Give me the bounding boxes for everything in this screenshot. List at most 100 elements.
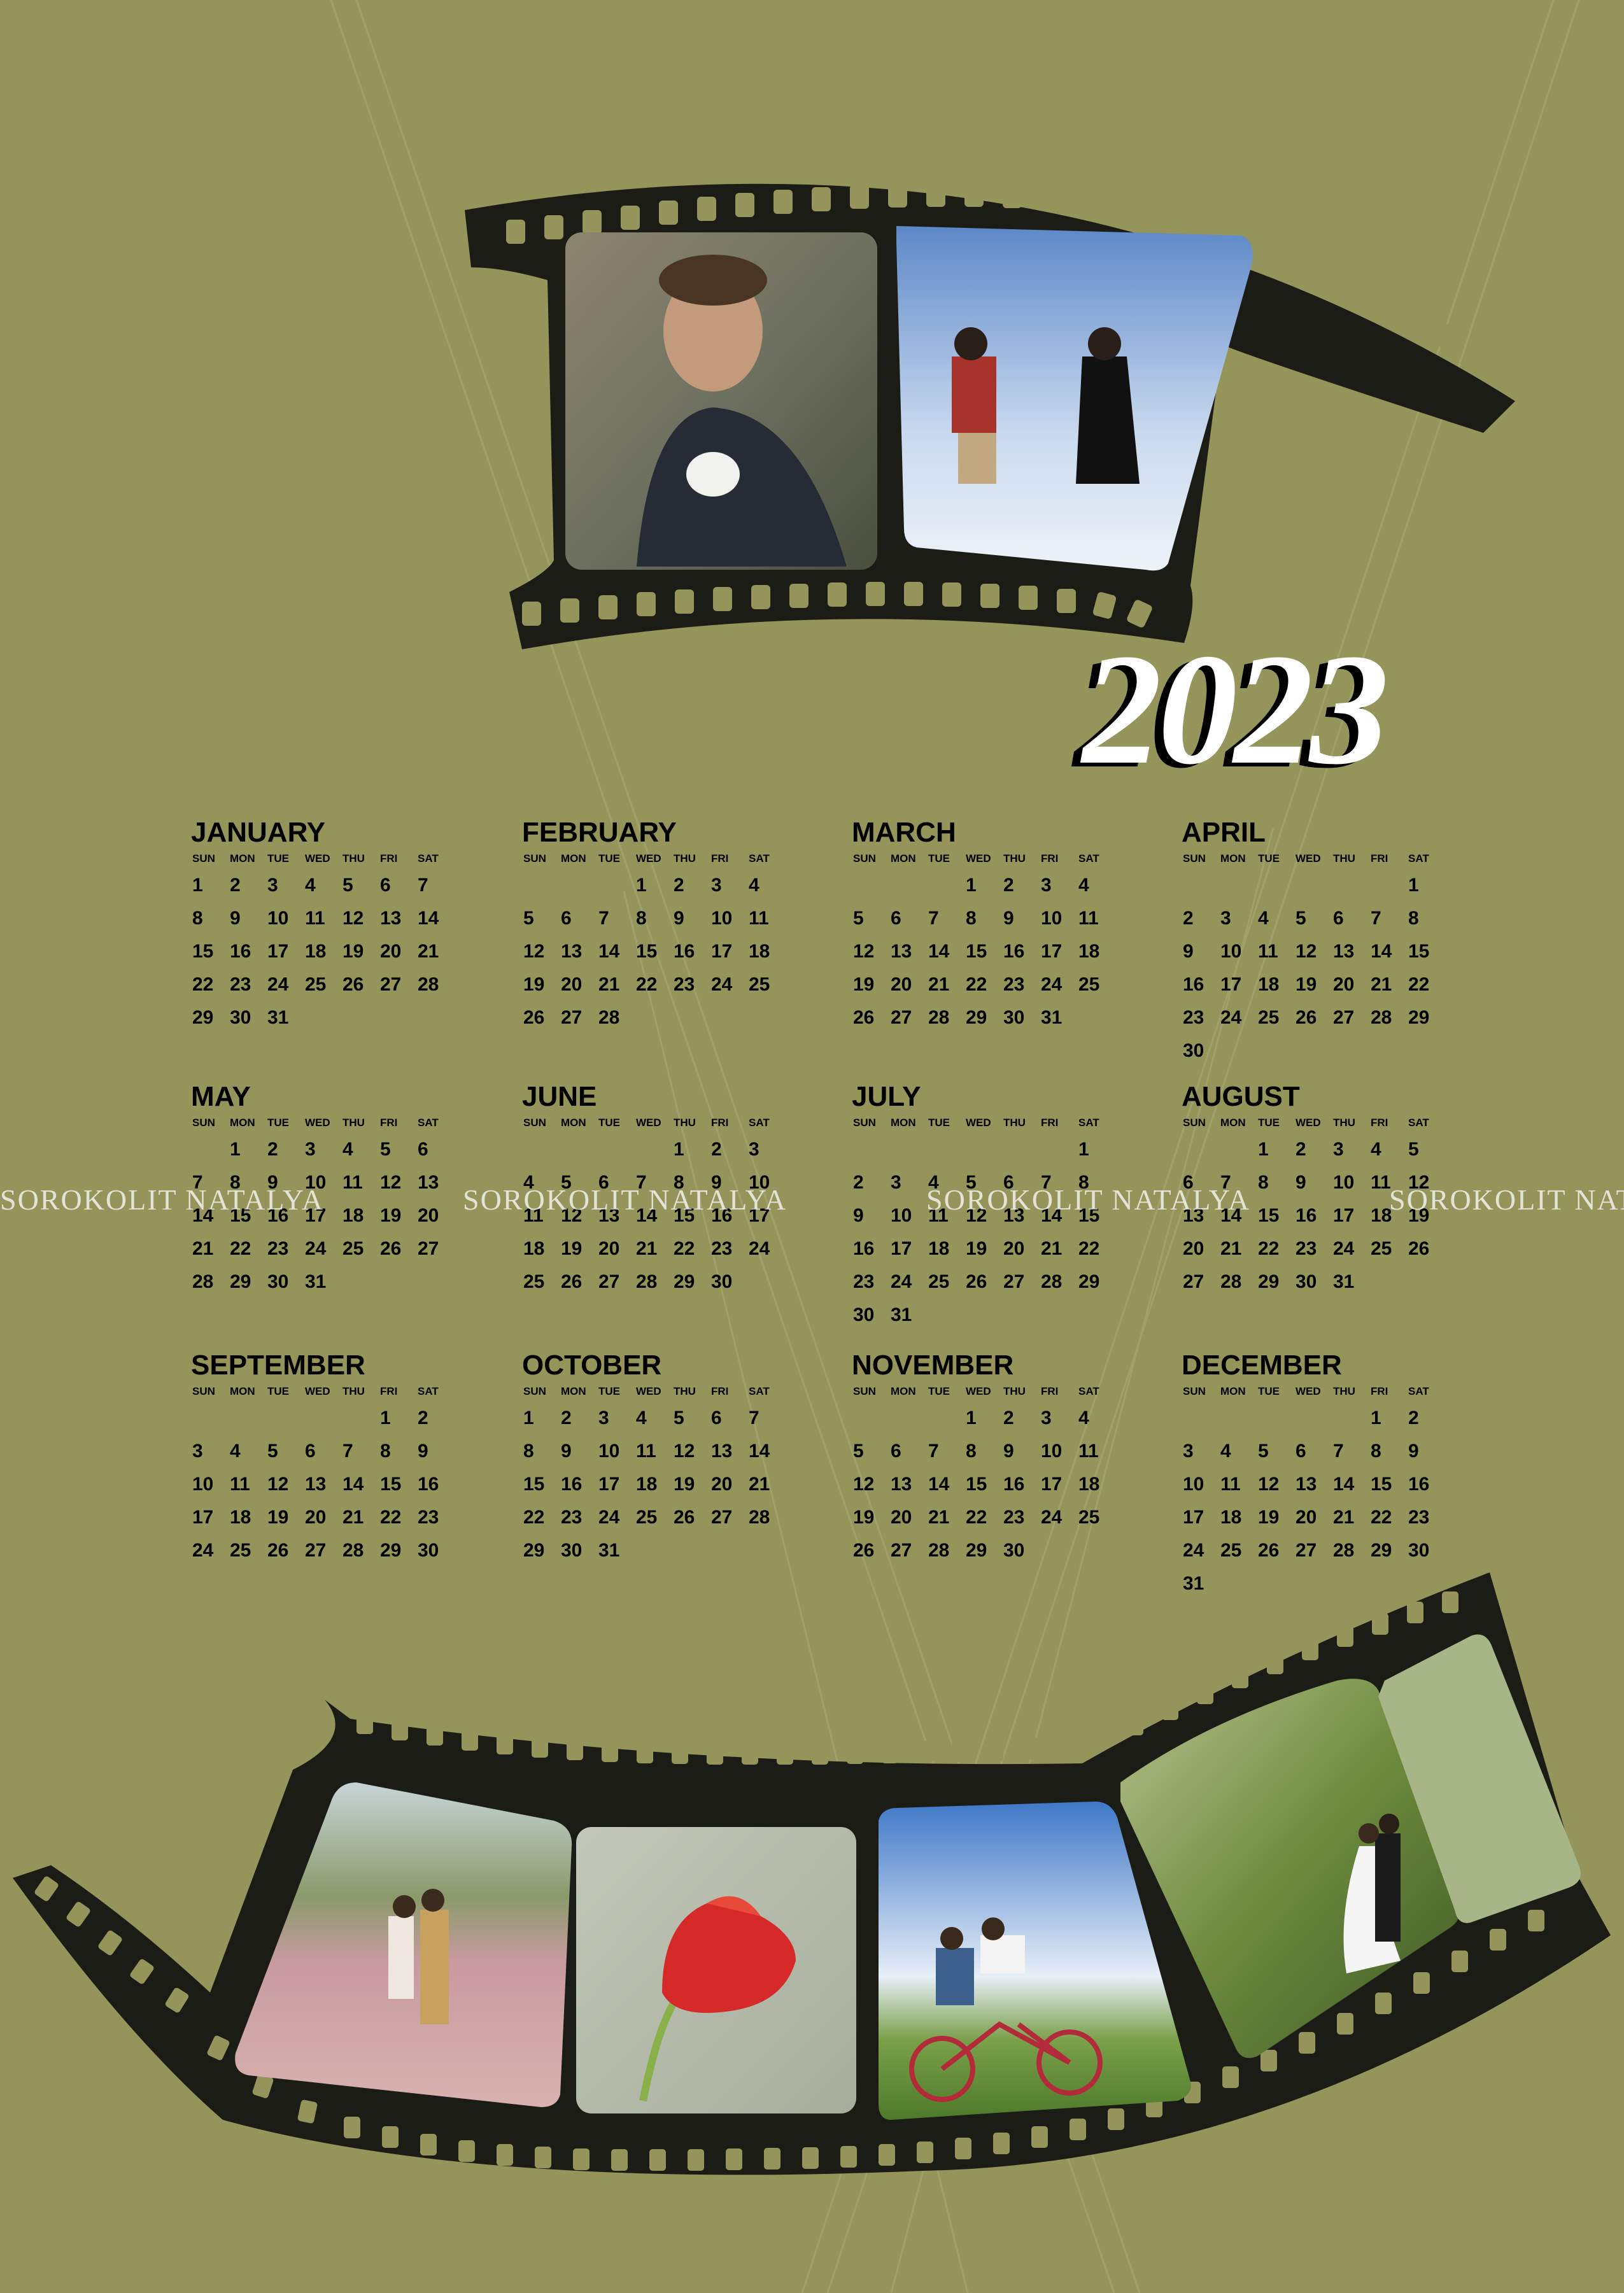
day-cell: 26	[561, 1271, 583, 1292]
day-cell: 4	[1078, 1408, 1089, 1429]
day-cell: 30	[853, 1304, 875, 1325]
day-cell: 30	[230, 1007, 251, 1028]
day-cell: 2	[1003, 1408, 1014, 1429]
day-cell: 12	[523, 941, 545, 962]
day-cell: 25	[636, 1507, 658, 1528]
day-cell: 21	[1041, 1238, 1063, 1259]
empty-day-cell	[889, 1402, 927, 1435]
day-cell: 18	[1220, 1507, 1242, 1528]
weekday-label: TUE	[598, 1385, 620, 1397]
day-cell: 13	[891, 1474, 912, 1495]
day-cell: 4	[230, 1441, 241, 1462]
weekday-label: FRI	[711, 852, 729, 864]
weekday-label: SUN	[1183, 1385, 1206, 1397]
day-cell: 6	[891, 908, 901, 929]
empty-day-cell	[1182, 1402, 1219, 1435]
weekday-label: WED	[305, 852, 330, 864]
day-cell: 28	[636, 1271, 658, 1292]
day-cell: 1	[1078, 1139, 1089, 1160]
day-cell: 31	[305, 1271, 327, 1292]
day-cell: 12	[1258, 1474, 1280, 1495]
weekday-label: FRI	[1041, 1117, 1059, 1129]
weekday-label: MON	[891, 1385, 916, 1397]
day-cell: 25	[928, 1271, 950, 1292]
day-cell: 3	[305, 1139, 316, 1160]
day-cell: 17	[598, 1474, 620, 1495]
weekday-label: WED	[1296, 1117, 1321, 1129]
day-cell: 16	[1408, 1474, 1430, 1495]
weekday-label: FRI	[1041, 852, 1059, 864]
day-cell: 1	[1258, 1139, 1269, 1160]
weekday-label: MON	[561, 852, 586, 864]
day-cell: 1	[636, 875, 647, 896]
day-cell: 20	[561, 974, 583, 995]
day-cell: 16	[1296, 1205, 1317, 1226]
weekday-label: SUN	[192, 1117, 215, 1129]
day-cell: 18	[928, 1238, 950, 1259]
day-cell: 21	[418, 941, 439, 962]
day-cell: 5	[853, 908, 864, 929]
day-cell: 27	[1296, 1540, 1317, 1561]
day-cell: 15	[192, 941, 214, 962]
day-cell: 21	[342, 1507, 364, 1528]
day-cell: 30	[1296, 1271, 1317, 1292]
day-cell: 3	[1333, 1139, 1344, 1160]
day-cell: 3	[1041, 875, 1052, 896]
weekday-label: SAT	[749, 1117, 770, 1129]
day-cell: 11	[636, 1441, 656, 1462]
day-cell: 27	[1003, 1271, 1025, 1292]
day-cell: 20	[1333, 974, 1355, 995]
day-cell: 25	[749, 974, 770, 995]
day-cell: 10	[598, 1441, 620, 1462]
empty-day-cell	[1219, 1402, 1257, 1435]
day-cell: 29	[966, 1007, 987, 1028]
empty-day-cell	[1182, 1133, 1219, 1166]
day-cell: 25	[305, 974, 327, 995]
day-cell: 12	[674, 1441, 695, 1462]
day-cell: 27	[305, 1540, 327, 1561]
month-name: APRIL	[1182, 817, 1266, 848]
day-cell: 29	[380, 1540, 402, 1561]
day-cell: 26	[342, 974, 364, 995]
weekday-label: FRI	[380, 1385, 398, 1397]
weekday-label: THU	[342, 1117, 365, 1129]
day-cell: 2	[418, 1408, 428, 1429]
weekday-label: FRI	[380, 852, 398, 864]
weekday-label: WED	[305, 1385, 330, 1397]
month-name: MAY	[191, 1081, 251, 1112]
day-cell: 9	[418, 1441, 428, 1462]
day-cell: 31	[1183, 1573, 1204, 1594]
day-cell: 13	[1296, 1474, 1317, 1495]
day-cell: 29	[1258, 1271, 1280, 1292]
day-cell: 2	[267, 1139, 278, 1160]
day-cell: 2	[1408, 1408, 1419, 1429]
day-cell: 30	[1003, 1540, 1025, 1561]
empty-day-cell	[852, 869, 889, 902]
day-cell: 28	[1220, 1271, 1242, 1292]
day-cell: 3	[891, 1172, 901, 1193]
day-cell: 24	[1041, 1507, 1063, 1528]
empty-day-cell	[852, 1402, 889, 1435]
day-cell: 5	[523, 908, 534, 929]
weekday-label: THU	[674, 1385, 696, 1397]
empty-day-cell	[1040, 1133, 1077, 1166]
day-cell: 2	[853, 1172, 864, 1193]
weekday-label: SUN	[523, 1385, 546, 1397]
day-cell: 8	[523, 1441, 534, 1462]
weekday-label: FRI	[1371, 1117, 1388, 1129]
day-cell: 26	[674, 1507, 695, 1528]
weekday-label: THU	[342, 852, 365, 864]
day-cell: 8	[966, 908, 977, 929]
day-cell: 1	[966, 1408, 977, 1429]
month-april: APRIL SUN MON TUE WED THU FRI SAT 1 2 3 4 5 6 7 8 9 10 11 1…	[1182, 817, 1462, 1068]
day-cell: 4	[342, 1139, 353, 1160]
day-cell: 17	[1041, 941, 1063, 962]
day-cell: 29	[966, 1540, 987, 1561]
day-cell: 15	[1371, 1474, 1392, 1495]
day-cell: 16	[674, 941, 695, 962]
weekday-label: SAT	[1408, 1117, 1429, 1129]
day-cell: 27	[561, 1007, 583, 1028]
day-cell: 10	[1183, 1474, 1204, 1495]
day-cell: 13	[305, 1474, 327, 1495]
day-cell: 5	[267, 1441, 278, 1462]
